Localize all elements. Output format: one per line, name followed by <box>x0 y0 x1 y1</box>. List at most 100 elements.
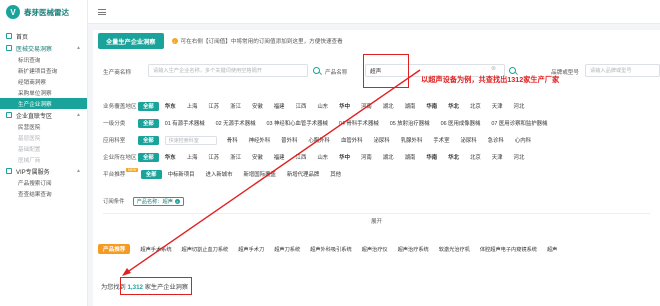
filter-option[interactable]: 乳腺外科 <box>401 136 423 144</box>
filter-option[interactable]: 华中 <box>339 153 350 161</box>
filter-option[interactable]: 华北 <box>448 102 459 110</box>
filter-option[interactable]: 河北 <box>514 153 525 161</box>
filter-option[interactable]: 其他 <box>330 170 341 178</box>
product-item[interactable]: 超声刀系统 <box>274 246 300 253</box>
filter-option[interactable]: 神经外科 <box>249 136 271 144</box>
filter-option[interactable]: 07 医用诊察和监护器械 <box>491 119 547 127</box>
close-icon[interactable]: × <box>174 198 180 204</box>
filter-option[interactable]: 普外科 <box>281 136 297 144</box>
sidebar-group-vip[interactable]: VIP专属服务 ▲ <box>0 165 87 177</box>
company-search-input[interactable]: 请输入生产企业名称，多个关键词使用空格隔开 <box>148 64 308 77</box>
filter-option[interactable]: 山东 <box>317 153 328 161</box>
clear-icon[interactable]: ⊗ <box>491 65 496 72</box>
filter-option[interactable]: 北京 <box>470 153 481 161</box>
filter-option[interactable]: 北京 <box>470 102 481 110</box>
filter-option[interactable]: 03 神经和心血管手术器械 <box>266 119 327 127</box>
filter-option[interactable]: 安徽 <box>252 153 263 161</box>
filter-option[interactable]: 华中 <box>339 102 350 110</box>
filter-option[interactable]: 上海 <box>187 153 198 161</box>
filter-option[interactable]: 新增代理品牌 <box>287 170 319 178</box>
product-item[interactable]: 超声手术刀 <box>238 246 264 253</box>
sidebar-item-bids[interactable]: 标讯查询 <box>0 54 87 65</box>
filter-option[interactable]: 福建 <box>274 102 285 110</box>
expand-toggle[interactable]: 展开 <box>93 217 660 225</box>
filter-option[interactable]: 手术室 <box>433 136 449 144</box>
filter-option[interactable]: 湖北 <box>383 153 394 161</box>
product-item[interactable]: 超声 <box>547 246 557 253</box>
filter-option[interactable]: 福建 <box>274 153 285 161</box>
filter-option[interactable]: 急诊科 <box>488 136 504 144</box>
sidebar-item-vendors[interactable]: 医械厂商 <box>0 154 87 165</box>
product-item[interactable]: 体腔超声电子内窥镜系统 <box>480 246 537 253</box>
app-logo[interactable]: V 春芽医械雷达 <box>0 0 87 24</box>
product-item[interactable]: 超声手术系统 <box>140 246 171 253</box>
filter-option[interactable]: 江西 <box>296 153 307 161</box>
filter-option[interactable]: 华南 <box>426 102 437 110</box>
filter-all-chip[interactable]: 全部 <box>138 152 159 162</box>
filter-option[interactable]: 安徽 <box>252 102 263 110</box>
filter-option[interactable]: 上海 <box>187 102 198 110</box>
filter-option[interactable]: 04 骨科手术器械 <box>339 119 379 127</box>
condition-tag[interactable]: 产品名称：超声 × <box>132 196 184 206</box>
sidebar-group-label: 企业直联专区 <box>16 113 53 120</box>
filter-option[interactable]: 心内科 <box>515 136 531 144</box>
search-icon[interactable] <box>509 67 516 74</box>
filter-option[interactable]: 河南 <box>361 153 372 161</box>
filter-option[interactable]: 湖南 <box>405 153 416 161</box>
filter-option[interactable]: 01 有源手术器械 <box>165 119 205 127</box>
filter-option[interactable]: 华南 <box>426 153 437 161</box>
filter-option[interactable]: 02 无源手术器械 <box>216 119 256 127</box>
filter-all-chip[interactable]: 全部 <box>140 169 162 179</box>
filter-option[interactable]: 进入新城市 <box>206 170 233 178</box>
sidebar-group-trade[interactable]: 医械交易洞察 ▲ <box>0 42 87 54</box>
tab-all-manufacturers[interactable]: 全量生产企业洞察 <box>98 33 164 49</box>
department-search-input[interactable]: 快速检索科室 <box>164 135 217 145</box>
product-item[interactable]: 超声治疗系统 <box>398 246 429 253</box>
sidebar-item-manufacturers[interactable]: 生产企业洞察 <box>0 98 87 109</box>
filter-option[interactable]: 浙江 <box>230 102 241 110</box>
filter-option[interactable]: 泌尿科 <box>460 136 476 144</box>
sidebar-item-product-subscribe[interactable]: 产品搜索订阅 <box>0 177 87 188</box>
filter-option[interactable]: 浙江 <box>230 153 241 161</box>
filter-option[interactable]: 华北 <box>448 153 459 161</box>
filter-all-chip[interactable]: 全部 <box>138 135 159 145</box>
filter-all-chip[interactable]: 全部 <box>138 118 159 128</box>
sidebar-item-basic-config[interactable]: 基础配置 <box>0 143 87 154</box>
sidebar-item-query-results[interactable]: 查查结果查询 <box>0 188 87 199</box>
filter-option[interactable]: 华东 <box>165 153 176 161</box>
filter-option[interactable]: 骨科 <box>227 136 238 144</box>
filter-option[interactable]: 中标新项目 <box>168 170 195 178</box>
filter-option[interactable]: 江苏 <box>208 102 219 110</box>
product-item[interactable]: 超声外科吸引系统 <box>310 246 352 253</box>
filter-option[interactable]: 血管外科 <box>341 136 363 144</box>
filter-option[interactable]: 华东 <box>165 102 176 110</box>
sidebar-item-new-projects[interactable]: 新扩建项目查询 <box>0 65 87 76</box>
filter-all-chip[interactable]: 全部 <box>138 101 159 111</box>
filter-option[interactable]: 山东 <box>317 102 328 110</box>
menu-collapse-icon[interactable] <box>98 8 106 15</box>
filter-option[interactable]: 江苏 <box>208 153 219 161</box>
filter-option[interactable]: 05 放射治疗器械 <box>390 119 430 127</box>
filter-option[interactable]: 河北 <box>514 102 525 110</box>
product-item[interactable]: 软激光治疗机 <box>439 246 470 253</box>
product-item[interactable]: 超声治疗仪 <box>362 246 388 253</box>
filter-option[interactable]: 河南 <box>361 102 372 110</box>
filter-option[interactable]: 天津 <box>492 153 503 161</box>
filter-option[interactable]: 湖南 <box>405 102 416 110</box>
filter-option[interactable]: 心胸外科 <box>308 136 330 144</box>
sidebar-item-dealers[interactable]: 经销商洞察 <box>0 76 87 87</box>
sidebar-group-direct[interactable]: 企业直联专区 ▲ <box>0 109 87 121</box>
filter-option[interactable]: 新增国际覆盖 <box>244 170 276 178</box>
filter-option[interactable]: 泌尿科 <box>374 136 390 144</box>
filter-option[interactable]: 06 医用成像器械 <box>441 119 481 127</box>
model-search-input[interactable]: 请输入品牌或型号 <box>585 64 660 77</box>
filter-option[interactable]: 天津 <box>492 102 503 110</box>
filter-option[interactable]: 湖北 <box>383 102 394 110</box>
filter-option[interactable]: 江西 <box>296 102 307 110</box>
sidebar-item-home[interactable]: 首页 <box>0 30 87 42</box>
sidebar-item-basic-hospitals[interactable]: 基层医院 <box>0 132 87 143</box>
sidebar-item-purchasers[interactable]: 采购单位洞察 <box>0 87 87 98</box>
search-icon[interactable] <box>313 67 320 74</box>
product-item[interactable]: 超声切割止血刀系统 <box>182 246 229 253</box>
sidebar-item-private-hospitals[interactable]: 民营医院 <box>0 121 87 132</box>
